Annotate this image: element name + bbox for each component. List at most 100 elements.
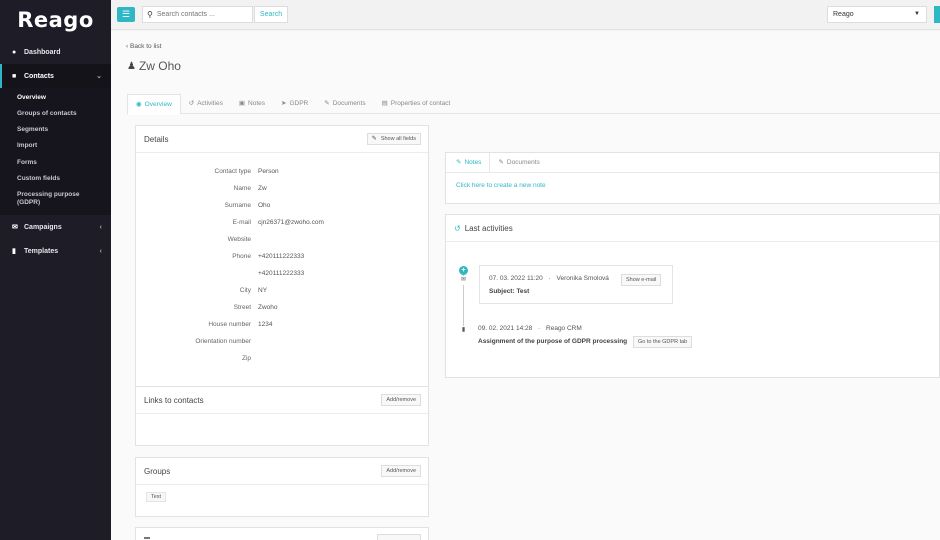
- activity-gdpr-text: Assignment of the purpose of GDPR proces…: [478, 338, 628, 345]
- activity-author: Reago CRM: [546, 325, 582, 332]
- notes-tab-notes[interactable]: ✎ Notes: [448, 153, 491, 172]
- sidebar-item-label: Contacts: [24, 72, 54, 80]
- sidebar: Reago ● Dashboard ■ Contacts ⌄ Overview …: [0, 0, 111, 540]
- history-icon: ↺: [188, 100, 195, 107]
- reago-logo[interactable]: Reago: [0, 0, 111, 40]
- group-tag[interactable]: Test: [146, 492, 167, 502]
- links-panel: Links to contacts Add/remove: [135, 386, 429, 446]
- sidebar-item-campaigns[interactable]: ✉ Campaigns ‹: [0, 215, 111, 239]
- sidebar-subitem-custom-fields[interactable]: Custom fields: [0, 171, 111, 187]
- panel-title-fragment: [144, 537, 150, 539]
- meta-separator: ·: [548, 275, 551, 282]
- meta-separator: ·: [538, 325, 541, 332]
- activities-header: ↺ Last activities: [446, 215, 939, 242]
- sidebar-item-label: Templates: [24, 247, 59, 255]
- sidebar-item-contacts[interactable]: ■ Contacts ⌄: [0, 64, 111, 88]
- tab-label: Activities: [197, 100, 223, 107]
- show-all-fields-button[interactable]: ✎ Show all fields: [366, 133, 421, 145]
- file-icon: ▮: [12, 248, 16, 255]
- go-to-gdpr-tab-button[interactable]: Go to the GDPR tab: [633, 336, 693, 348]
- edit-icon: ✎: [456, 158, 462, 166]
- activities-title: Last activities: [464, 223, 513, 233]
- tab-gdpr[interactable]: ➤ GDPR: [273, 94, 316, 114]
- activity-meta: 07. 03. 2022 11:20 · Veronika Smolová: [489, 275, 609, 282]
- search-input[interactable]: [156, 11, 247, 18]
- links-add-remove-button[interactable]: Add/remove: [381, 394, 421, 406]
- show-all-fields-label: Show all fields: [380, 136, 416, 142]
- links-panel-header: Links to contacts Add/remove: [136, 387, 428, 414]
- create-note-link[interactable]: Click here to create a new note: [446, 173, 939, 198]
- document-icon: ▮: [459, 326, 468, 335]
- notes-tab-documents[interactable]: ✎ Documents: [490, 153, 547, 172]
- sidebar-subitem-groups[interactable]: Groups of contacts: [0, 106, 111, 122]
- sidebar-subitem-segments[interactable]: Segments: [0, 122, 111, 138]
- notes-panel: ✎ Notes ✎ Documents Click here to create a…: [445, 152, 940, 204]
- chevron-left-icon: ‹: [99, 247, 102, 255]
- id-card-icon: ▤: [381, 100, 388, 107]
- groups-add-remove-button[interactable]: Add/remove: [381, 465, 421, 477]
- search-button[interactable]: Search: [254, 6, 288, 23]
- tab-activities[interactable]: ↺ Activities: [181, 94, 231, 114]
- chevron-left-icon: ‹: [99, 223, 102, 231]
- sidebar-subitem-gdpr[interactable]: Processing purpose (GDPR): [0, 187, 111, 211]
- tab-overview[interactable]: ◉ Overview: [127, 94, 181, 115]
- sidebar-item-label: Campaigns: [24, 223, 62, 231]
- sidebar-subitem-forms[interactable]: Forms: [0, 155, 111, 171]
- details-panel: Details ✎ Show all fields Contact type Pe…: [135, 125, 429, 406]
- hamburger-icon: ☰: [121, 9, 131, 19]
- eye-icon: ◉: [136, 100, 142, 108]
- activity-date: 07. 03. 2022 11:20: [489, 275, 543, 282]
- paper-plane-icon: ➤: [281, 100, 287, 107]
- groups-panel: Groups Add/remove Test: [135, 457, 429, 517]
- groups-tag-list: Test: [136, 485, 428, 509]
- sidebar-item-dashboard[interactable]: ● Dashboard: [0, 40, 111, 64]
- more-panel: [135, 527, 429, 540]
- topbar: ☰ ⚲ Search Reago ▼: [111, 0, 940, 30]
- activity-subject: Subject: Test: [489, 288, 530, 295]
- tab-notes[interactable]: ▣ Notes: [231, 94, 273, 114]
- user-icon: ♟: [127, 60, 136, 72]
- paperclip-icon: ✎: [324, 100, 330, 107]
- details-panel-header: Details ✎ Show all fields: [136, 126, 428, 153]
- sidebar-item-templates[interactable]: ▮ Templates ‹: [0, 239, 111, 263]
- activity-gdpr-meta: 09. 02. 2021 14:28 · Reago CRM: [478, 325, 582, 332]
- chevron-down-icon: ⌄: [96, 73, 102, 80]
- sidebar-subitem-import[interactable]: Import: [0, 138, 111, 154]
- contacts-icon: ■: [12, 72, 17, 80]
- tab-label: Overview: [144, 100, 172, 108]
- links-title: Links to contacts: [144, 395, 204, 405]
- back-to-list-link[interactable]: ‹ Back to list: [126, 43, 161, 50]
- tab-documents[interactable]: ✎ Documents: [316, 94, 373, 114]
- notes-tabs: ✎ Notes ✎ Documents: [446, 153, 939, 173]
- show-email-button[interactable]: Show e-mail: [621, 274, 662, 286]
- notes-tab-label: Documents: [506, 158, 540, 166]
- sidebar-item-label: Dashboard: [24, 48, 61, 56]
- sidebar-subitem-overview[interactable]: Overview: [0, 90, 111, 106]
- account-select-value: Reago: [833, 11, 854, 18]
- paperclip-icon: ✎: [498, 158, 504, 166]
- details-title: Details: [144, 134, 169, 144]
- activity-author: Veronika Smolová: [556, 275, 609, 282]
- page-title: ♟ Zw Oho: [127, 59, 181, 73]
- activities-panel: ↺ Last activities + ✉ 07. 03. 2022 11:20…: [445, 214, 940, 378]
- groups-panel-header: Groups Add/remove: [136, 458, 428, 485]
- topbar-action-button[interactable]: [934, 6, 940, 23]
- activity-date: 09. 02. 2021 14:28: [478, 325, 533, 332]
- contacts-submenu: Overview Groups of contacts Segments Imp…: [0, 88, 111, 215]
- contact-name: Zw Oho: [138, 59, 181, 73]
- activity-email-card: 07. 03. 2022 11:20 · Veronika Smolová Sh…: [479, 265, 673, 304]
- main-content: ‹ Back to list ♟ Zw Oho ◉ Overview ↺ Activ…: [111, 31, 940, 540]
- contact-tabs: ◉ Overview ↺ Activities ▣ Notes ➤ GDPR ✎ Docu…: [127, 94, 940, 115]
- account-select[interactable]: Reago ▼: [827, 6, 927, 23]
- groups-title: Groups: [144, 466, 171, 476]
- back-link-label: Back to list: [129, 43, 162, 50]
- tab-label: GDPR: [289, 100, 309, 107]
- tab-properties[interactable]: ▤ Properties of contact: [374, 94, 459, 114]
- caret-down-icon: ▼: [914, 11, 920, 17]
- tachometer-icon: ●: [12, 48, 17, 56]
- tab-label: Notes: [248, 100, 266, 107]
- menu-toggle-button[interactable]: ☰: [117, 7, 135, 22]
- plus-circle-icon[interactable]: +: [459, 266, 468, 275]
- history-icon: ↺: [454, 223, 461, 233]
- panel-button-fragment[interactable]: [377, 534, 421, 540]
